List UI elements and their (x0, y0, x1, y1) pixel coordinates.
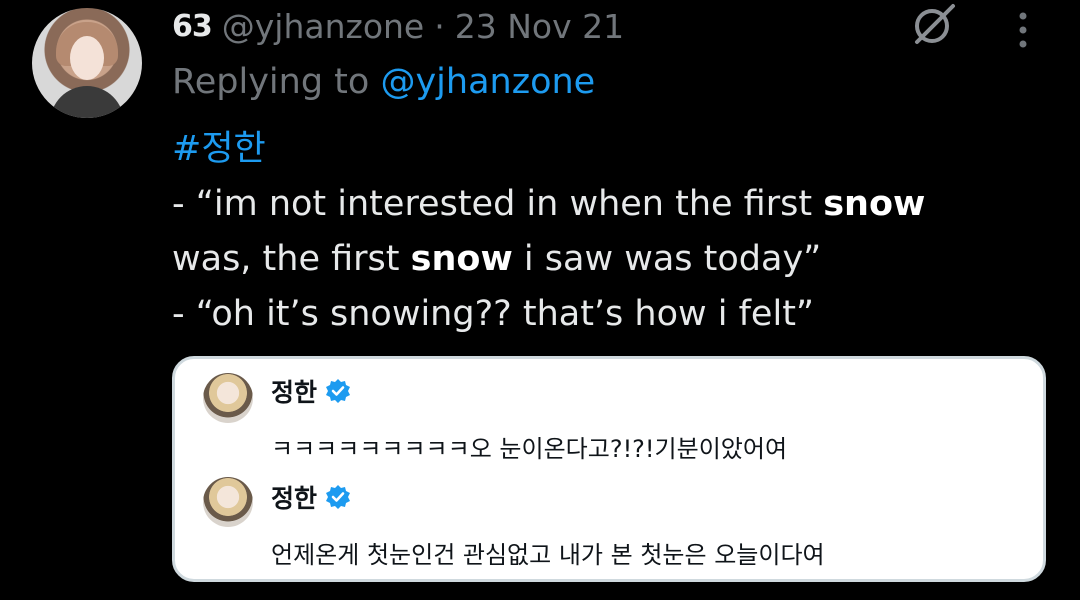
header-badge: 63 (172, 8, 213, 44)
quote-avatar (203, 477, 253, 527)
line2-bold: snow (410, 239, 513, 279)
quote-author: 정한 (271, 373, 351, 409)
author-avatar[interactable] (32, 8, 142, 118)
author-handle[interactable]: @yjhanzone (222, 7, 424, 46)
quote-author-name: 정한 (271, 484, 318, 513)
tweet-body: #정한 - “im not interested in when the fir… (172, 122, 1012, 342)
header-separator: · (434, 6, 445, 46)
line3-text: - “oh it’s snowing?? that’s how i felt” (172, 294, 815, 334)
more-icon[interactable] (1008, 10, 1038, 50)
replying-handle[interactable]: @yjhanzone (380, 62, 595, 102)
line2-text-end: i saw was today” (512, 239, 822, 279)
line2-text: was, the first (172, 239, 411, 279)
line1-text: - “im not interested in when the first (172, 184, 824, 224)
replying-to: Replying to @yjhanzone (172, 62, 595, 102)
avatar-face (70, 36, 104, 80)
quote-avatar (203, 373, 253, 423)
verified-icon (326, 485, 351, 509)
quote-author: 정한 (271, 479, 351, 515)
quote-text: ㅋㅋㅋㅋㅋㅋㅋㅋㅋ오 눈이온다고?!?!기분이았어여 (271, 435, 788, 463)
hashtag-link[interactable]: #정한 (172, 129, 266, 169)
replying-prefix: Replying to (172, 62, 381, 102)
quote-author-name: 정한 (271, 378, 318, 407)
grok-icon[interactable] (907, 2, 961, 46)
line1-bold: snow (823, 184, 926, 224)
avatar-body (50, 86, 124, 118)
verified-icon (326, 379, 351, 403)
tweet-date[interactable]: 23 Nov 21 (455, 7, 624, 46)
tweet-header: 63 @yjhanzone · 23 Nov 21 (172, 4, 624, 48)
quoted-screenshot[interactable]: 정한 ㅋㅋㅋㅋㅋㅋㅋㅋㅋ오 눈이온다고?!?!기분이았어여 정한 언제온게 첫눈… (172, 356, 1046, 582)
quote-text: 언제온게 첫눈인건 관심없고 내가 본 첫눈은 오늘이다여 (271, 541, 825, 569)
